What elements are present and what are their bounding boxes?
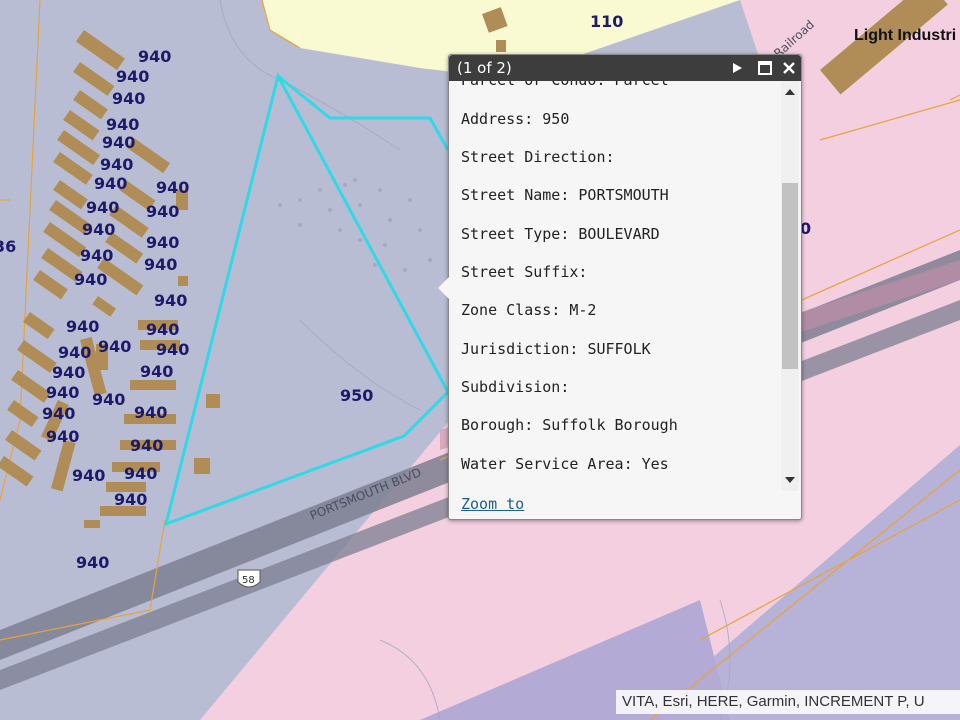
field-jurisdiction: Jurisdiction: SUFFOLK [461, 340, 651, 358]
maximize-button[interactable] [755, 58, 775, 78]
parcel-label-940: 940 [106, 115, 139, 134]
parcel-label-940: 940 [86, 198, 119, 217]
field-street-type: Street Type: BOULEVARD [461, 225, 660, 243]
identify-popup[interactable]: (1 of 2) Parcel or Condo: Parcel Address… [438, 54, 802, 520]
zone-label-light-industrial: Light Industri [854, 27, 956, 44]
parcel-label-940: 940 [46, 427, 79, 446]
field-street-direction: Street Direction: [461, 148, 615, 166]
parcel-label-940: 940 [140, 362, 173, 381]
parcel-label-940: 940 [82, 220, 115, 239]
parcel-label-940: 940 [146, 202, 179, 221]
field-borough: Borough: Suffolk Borough [461, 416, 678, 434]
parcel-label-940: 940 [156, 178, 189, 197]
parcel-label-940: 940 [144, 255, 177, 274]
zoom-to-link[interactable]: Zoom to [461, 495, 524, 513]
parcel-label-940: 940 [46, 383, 79, 402]
parcel-label-940: 940 [76, 553, 109, 572]
parcel-label-940: 940 [146, 320, 179, 339]
next-feature-button[interactable] [727, 58, 747, 78]
field-zone-class: Zone Class: M-2 [461, 301, 597, 319]
close-button[interactable] [779, 58, 799, 78]
parcel-label-940: 940 [100, 155, 133, 174]
parcel-label-940: 940 [52, 363, 85, 382]
parcel-label-110: 110 [590, 12, 623, 31]
parcel-label-940: 940 [154, 291, 187, 310]
svg-text:58: 58 [242, 575, 255, 586]
field-water-service-area: Water Service Area: Yes [461, 455, 669, 473]
parcel-label-940: 940 [114, 490, 147, 509]
scroll-up-icon[interactable] [785, 89, 795, 95]
parcel-label-36: 36 [0, 237, 16, 256]
popup-header: (1 of 2) [449, 55, 801, 81]
field-subdivision: Subdivision: [461, 378, 570, 396]
parcel-label-940: 940 [74, 270, 107, 289]
field-parcel-or-condo: Parcel or Condo: Parcel [461, 81, 669, 89]
parcel-label-940: 940 [58, 343, 91, 362]
popup-pointer [438, 277, 449, 299]
field-street-name: Street Name: PORTSMOUTH [461, 186, 669, 204]
close-icon [783, 62, 795, 74]
parcel-label-940: 940 [112, 89, 145, 108]
scroll-thumb[interactable] [782, 183, 798, 369]
parcel-label-940: 940 [102, 133, 135, 152]
maximize-icon [758, 61, 772, 75]
parcel-label-940: 940 [66, 317, 99, 336]
parcel-label-940: 940 [42, 404, 75, 423]
parcel-label-940: 940 [72, 466, 105, 485]
field-street-suffix: Street Suffix: [461, 263, 588, 281]
parcel-label-940: 940 [94, 174, 127, 193]
scroll-down-icon[interactable] [785, 477, 795, 483]
parcel-label-940: 940 [138, 47, 171, 66]
field-address: Address: 950 [461, 110, 570, 128]
play-icon [733, 63, 742, 73]
route-58-shield: 58 [237, 569, 261, 588]
parcel-label-940: 940 [124, 464, 157, 483]
map-attribution: VITA, Esri, HERE, Garmin, INCREMENT P, U [616, 690, 960, 714]
parcel-label-940: 940 [80, 246, 113, 265]
popup-title: (1 of 2) [457, 59, 512, 77]
parcel-label-940: 940 [156, 340, 189, 359]
parcel-label-940: 940 [92, 390, 125, 409]
parcel-label-940: 940 [116, 67, 149, 86]
parcel-label-950: 950 [340, 386, 373, 405]
popup-scrollbar[interactable] [781, 81, 799, 491]
parcel-label-940: 940 [134, 403, 167, 422]
parcel-label-940: 940 [146, 233, 179, 252]
parcel-label-940: 940 [98, 337, 131, 356]
popup-content[interactable]: Parcel or Condo: Parcel Address: 950 Str… [449, 81, 783, 491]
parcel-label-940: 940 [130, 436, 163, 455]
